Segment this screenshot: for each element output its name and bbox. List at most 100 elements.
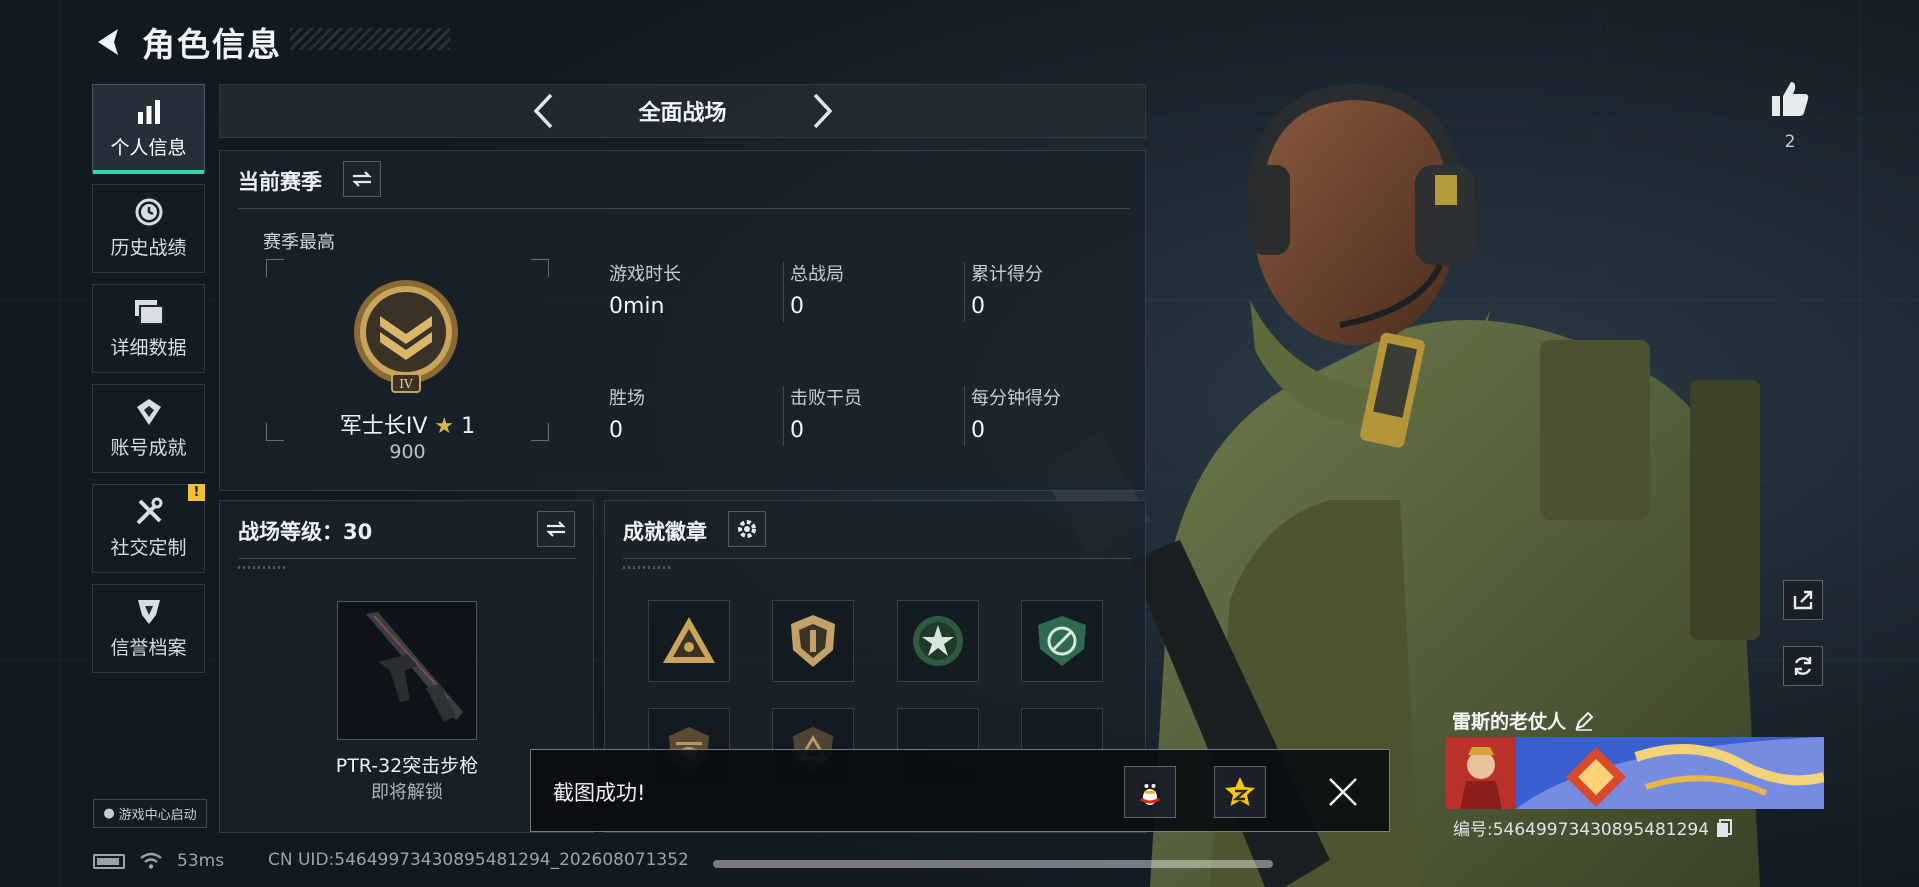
refresh-button[interactable] [1783,646,1823,686]
sidebar-item-detailed-data[interactable]: 详细数据 [92,284,205,373]
player-id: 编号:54649973430895481294 [1453,820,1710,840]
frame-corner [531,259,549,277]
battery-icon [93,853,125,869]
stat-value: 0 [971,418,985,443]
sidebar-item-social-custom[interactable]: 社交定制 ! [92,484,205,573]
chevron-right-icon[interactable] [803,89,843,133]
chevron-left-icon[interactable] [523,89,563,133]
like-count: 2 [1784,132,1796,152]
sidebar-item-personal-info[interactable]: 个人信息 [92,84,205,174]
title-decoration [290,28,450,50]
stat-total-score: 累计得分 0 [971,260,1141,319]
edit-pencil-icon[interactable] [1574,711,1594,731]
sidebar-item-label: 社交定制 [110,537,187,559]
swap-icon [352,171,372,187]
stat-label: 累计得分 [971,264,1043,285]
stat-label: 击败干员 [790,388,862,409]
stat-label: 胜场 [609,388,645,409]
divider [783,386,784,446]
share-qq-button[interactable] [1124,766,1176,818]
mode-selector: 全面战场 [219,84,1146,138]
divider [964,386,965,446]
achievement-badge[interactable] [772,600,854,682]
achievement-badge[interactable] [897,600,979,682]
qq-penguin-icon: ● [103,806,115,821]
divider [623,558,1131,559]
back-arrow-icon[interactable] [90,23,128,61]
sidebar-item-label: 历史战绩 [110,237,187,259]
emblem-numeral: IV [399,377,413,391]
sidebar-item-label: 详细数据 [110,337,187,359]
uid-text: CN UID:5464997343089548129​4_20260807135… [268,850,689,870]
qzone-star-icon [1225,777,1255,806]
stat-value: 0 [609,418,623,443]
swap-icon [546,521,566,537]
clock-icon [133,197,165,227]
alert-badge: ! [188,484,205,501]
page-header: 角色信息 [90,18,282,66]
achievement-badge[interactable] [648,600,730,682]
rank-points: 900 [389,441,426,463]
folder-icon [133,297,165,327]
rifle-icon [366,612,463,722]
sidebar-item-label: 个人信息 [110,137,187,159]
stat-value: 0 [971,294,985,319]
name-card-banner[interactable] [1446,737,1824,809]
copy-icon[interactable] [1715,818,1733,838]
player-name: 雷斯的老仗人 [1452,711,1567,733]
progress-bar [713,860,1273,868]
frame-corner [266,259,284,277]
game-center-launch[interactable]: ● 游戏中心启动 [93,799,207,828]
page-title: 角色信息 [142,25,282,64]
stat-value: 0min [609,294,665,319]
weapon-preview[interactable] [337,601,477,740]
like-control[interactable]: 2 [1766,80,1814,152]
battlefield-level-title: 战场等级：30 [238,520,373,544]
stat-total-matches: 总战局 0 [790,260,960,319]
close-icon[interactable] [1323,772,1363,812]
season-switch-button[interactable] [343,161,381,197]
bar-chart-icon [133,97,165,127]
ping-value: 53ms [177,851,225,871]
share-icon [1793,590,1813,610]
player-name-row: 雷斯的老仗人 [1452,707,1594,734]
player-id-row: 编号:54649973430895481294 [1453,815,1733,840]
stat-score-per-minute: 每分钟得分 0 [971,384,1141,443]
share-qzone-button[interactable] [1214,766,1266,818]
status-bar: 53ms [93,849,224,873]
stat-kills: 击败干员 0 [790,384,960,443]
decoration-lines [238,566,288,569]
sidebar-item-history[interactable]: 历史战绩 [92,184,205,273]
sidebar-item-label: 账号成就 [110,437,187,459]
sidebar-item-achievements[interactable]: 账号成就 [92,384,205,473]
wifi-icon [140,852,162,869]
stat-label: 总战局 [790,264,844,285]
tools-icon [133,497,165,527]
engineer-shield-badge-icon [1038,616,1086,666]
season-best-label: 赛季最高 [263,232,335,253]
rank-name: 军士长IV [339,414,428,439]
rank-name-row: 军士长IV ★ 1 [266,408,549,440]
achievements-settings-button[interactable] [728,511,766,547]
mode-label: 全面战场 [638,101,727,126]
share-button[interactable] [1783,580,1823,620]
refresh-icon [1794,657,1812,675]
achievements-title: 成就徽章 [623,520,707,544]
weapon-status: 即将解锁 [371,782,443,803]
divider [783,262,784,322]
star-icon: ★ [434,414,455,439]
weapon-name: PTR-32突击步枪 [335,755,479,777]
screenshot-toast: 截图成功! [530,749,1390,832]
shield-badge-icon [791,615,835,667]
achievement-badge[interactable] [1021,600,1103,682]
achievement-icon [133,397,165,427]
sidebar-item-label: 信誉档案 [110,637,187,659]
medic-star-badge-icon [913,616,963,666]
gear-icon [738,520,756,538]
level-switch-button[interactable] [537,511,575,547]
qq-icon [1140,780,1160,806]
sidebar-item-credit-record[interactable]: 信誉档案 [92,584,205,673]
stat-value: 0 [790,418,804,443]
game-center-label: 游戏中心启动 [118,808,197,823]
credit-shield-icon [133,597,165,627]
